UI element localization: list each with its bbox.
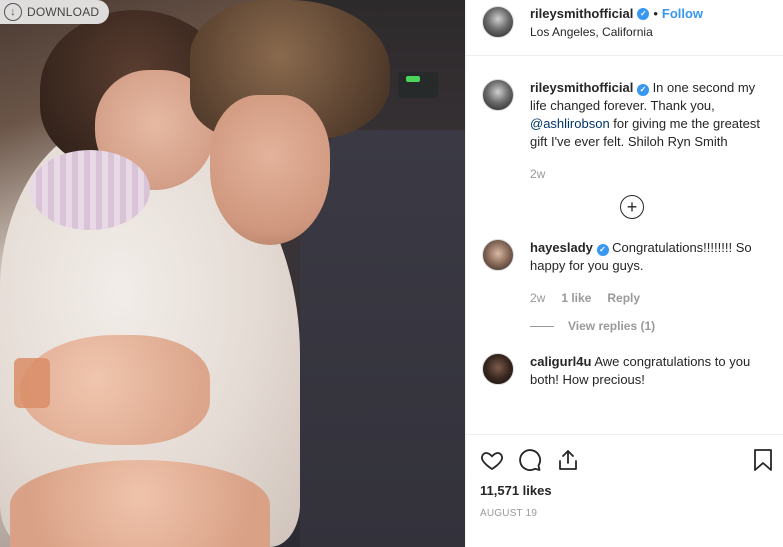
action-icons [480,447,774,473]
caption-mention-link[interactable]: @ashlirobson [530,116,610,131]
verified-badge-icon: ✓ [636,84,649,96]
comment-item: caligurl4u Awe congratulations to you bo… [482,353,783,389]
author-avatar[interactable] [482,6,514,38]
view-replies-button[interactable]: View replies (1) [530,319,783,333]
follow-button[interactable]: Follow [662,6,703,21]
likes-count[interactable]: 11,571 likes [480,483,774,498]
download-button[interactable]: ↓ DOWNLOAD [0,0,110,24]
view-replies-label: View replies (1) [568,319,656,333]
heart-icon[interactable] [480,448,504,472]
comments-list[interactable]: rileysmithofficial ✓ In one second my li… [466,56,783,428]
reply-button[interactable]: Reply [607,289,640,307]
caption-time[interactable]: 2w [530,165,545,183]
post-header: rileysmithofficial ✓ • Follow Los Angele… [466,0,783,56]
comment-meta: 2w 1 like Reply [530,289,770,307]
download-label: DOWNLOAD [27,5,100,19]
author-line: rileysmithofficial ✓ • Follow [530,6,703,21]
comment-username[interactable]: caligurl4u [530,354,591,369]
author-username[interactable]: rileysmithofficial [530,6,633,21]
comment-body: caligurl4u Awe congratulations to you bo… [530,353,770,389]
caption-username[interactable]: rileysmithofficial [530,80,633,95]
photo-monitor [398,72,438,98]
caption-comment: rileysmithofficial ✓ In one second my li… [482,79,783,183]
caption-avatar[interactable] [482,79,514,111]
commenter-avatar[interactable] [482,239,514,271]
verified-badge-icon: ✓ [596,244,609,256]
bookmark-icon[interactable] [752,448,774,472]
comment-item: hayeslady ✓ Congratulations!!!!!!!! So h… [482,239,783,307]
post-actions: 11,571 likes AUGUST 19 [466,434,783,519]
post-photo: ↓ DOWNLOAD [0,0,465,547]
comment-username[interactable]: hayeslady [530,240,593,255]
comment-icon[interactable] [518,448,542,472]
photo-bandage [14,358,50,408]
caption-meta: 2w [530,165,770,183]
share-icon[interactable] [556,448,580,472]
author-meta: rileysmithofficial ✓ • Follow Los Angele… [530,6,703,39]
photo-hand-lower [10,460,270,547]
verified-badge-icon: ✓ [637,7,650,20]
comment-time[interactable]: 2w [530,289,545,307]
comment-body: hayeslady ✓ Congratulations!!!!!!!! So h… [530,239,770,307]
post-date[interactable]: AUGUST 19 [480,508,774,519]
view-replies-line [530,325,554,327]
photo-man-face [210,95,330,245]
separator-dot: • [653,6,658,21]
comment-likes[interactable]: 1 like [561,289,591,307]
caption-body: rileysmithofficial ✓ In one second my li… [530,79,770,183]
post-side-panel: rileysmithofficial ✓ • Follow Los Angele… [465,0,783,547]
post-location[interactable]: Los Angeles, California [530,25,703,39]
commenter-avatar[interactable] [482,353,514,385]
download-icon: ↓ [4,3,22,21]
load-more-comments-icon[interactable]: + [620,195,644,219]
load-more-row: + [482,195,782,219]
photo-baby-cap [30,150,150,230]
